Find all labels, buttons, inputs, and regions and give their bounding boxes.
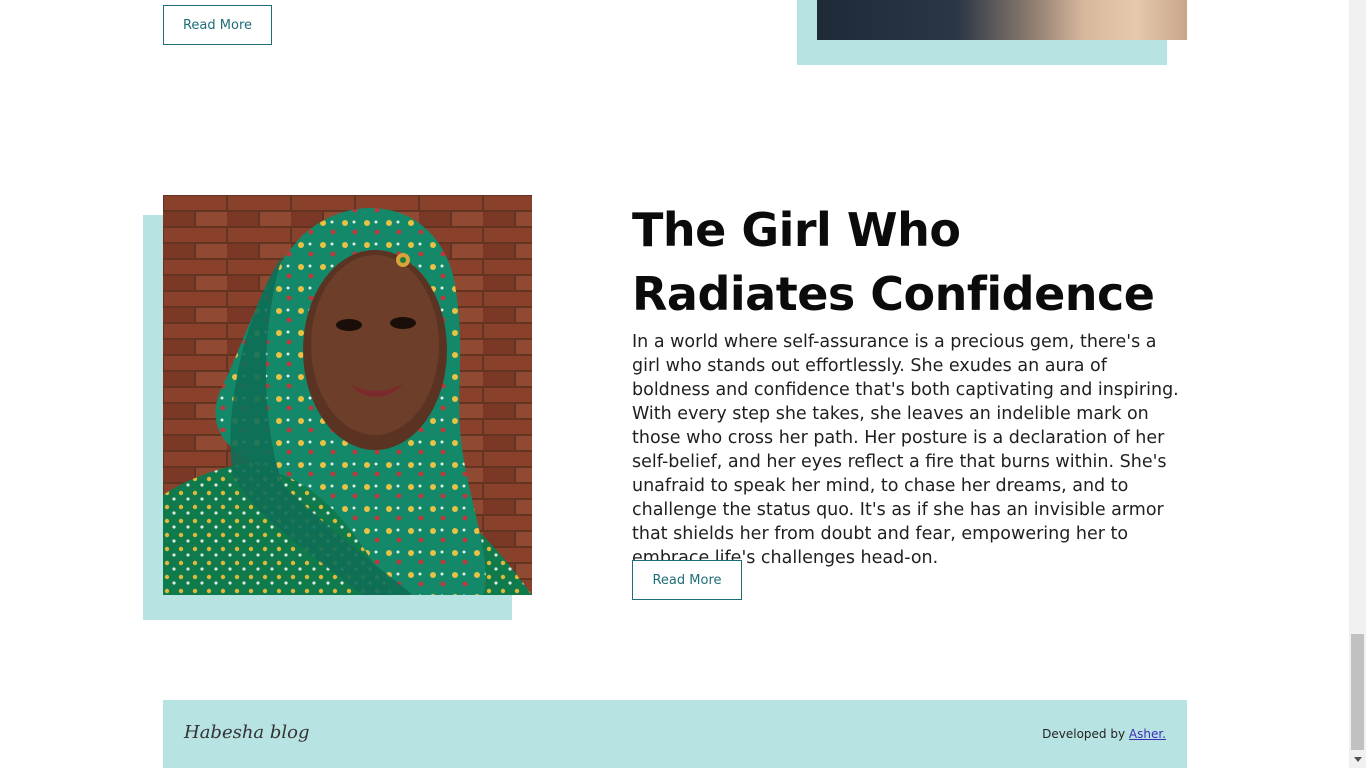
read-more-button[interactable]: Read More [632,560,742,600]
read-more-button-top[interactable]: Read More [163,5,272,45]
post-title: The Girl Who Radiates Confidence [632,203,1155,321]
post-excerpt: In a world where self-assurance is a pre… [632,332,1179,568]
footer-credit-prefix: Developed by [1042,727,1126,741]
vertical-scrollbar[interactable] [1349,0,1366,768]
post-image [163,195,532,595]
footer: Habesha blog Developed by Asher. [163,700,1187,768]
footer-brand: Habesha blog [184,722,310,743]
scrollbar-thumb[interactable] [1351,634,1364,750]
post-image-top [817,0,1187,40]
footer-credit: Developed by Asher. [1042,727,1166,741]
developer-link[interactable]: Asher. [1129,727,1166,741]
page: Read More The Girl Who Radiates Confiden… [0,0,1349,768]
scroll-down-arrow-icon[interactable] [1349,751,1366,768]
